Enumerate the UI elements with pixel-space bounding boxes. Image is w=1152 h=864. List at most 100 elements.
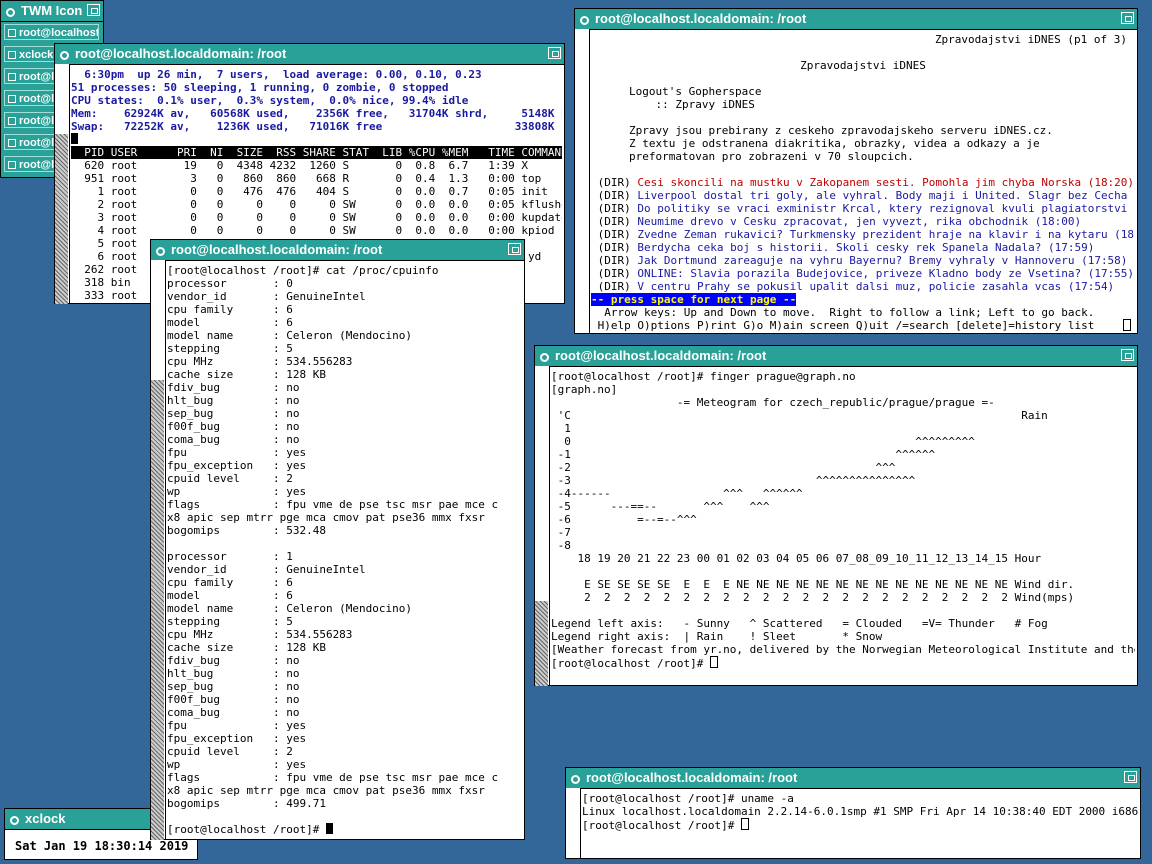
dir-tag: (DIR) bbox=[591, 267, 638, 280]
terminal-line: stepping : 5 bbox=[167, 342, 293, 355]
icon-manager-item-label: xclock bbox=[19, 49, 54, 61]
uname-terminal-window[interactable]: root@localhost.localdomain: /root [root@… bbox=[565, 767, 1141, 859]
resize-icon[interactable] bbox=[1124, 771, 1137, 783]
gopher-dir-item[interactable]: (DIR) Berdycha ceka boj s historii. Skol… bbox=[591, 241, 1135, 254]
window-icon bbox=[8, 139, 16, 147]
lynx-browser-output[interactable]: Zpravodajstvi iDNES (p1 of 3) Zpravodajst… bbox=[591, 33, 1135, 331]
gopher-link[interactable]: Liverpool dostal tri goly, ale vyhral. B… bbox=[637, 189, 1135, 202]
resize-icon[interactable] bbox=[1121, 12, 1134, 24]
titlebar[interactable]: root@localhost.localdomain: /root bbox=[55, 44, 564, 65]
terminal-line: -= Meteogram for czech_republic/prague/p… bbox=[551, 396, 995, 409]
next-page-prompt[interactable]: -- press space for next page -- bbox=[591, 293, 1135, 306]
scrollbar-thumb[interactable] bbox=[55, 134, 68, 304]
process-row: 951 root 3 0 860 860 668 R 0 0.4 1.3 0:0… bbox=[71, 172, 542, 185]
dir-tag: (DIR) bbox=[591, 202, 638, 215]
terminal-output[interactable]: [root@localhost /root]# uname -a Linux lo… bbox=[582, 792, 1138, 856]
gopher-dir-item[interactable]: (DIR) Neumime drevo v Cesku zpracovat, j… bbox=[591, 215, 1135, 228]
window-menu-icon[interactable] bbox=[571, 775, 580, 784]
window-menu-icon[interactable] bbox=[540, 353, 549, 362]
terminal-line: fpu_exception : yes bbox=[167, 459, 307, 472]
gopher-link[interactable]: ONLINE: Slavia porazila Budejovice, priv… bbox=[637, 267, 1134, 280]
terminal-line: sep_bug : no bbox=[167, 407, 300, 420]
process-row: 620 root 19 0 4348 4232 1260 S 0 0.8 6.7… bbox=[71, 159, 528, 172]
scrollbar[interactable] bbox=[55, 64, 70, 304]
window-icon bbox=[8, 51, 16, 59]
terminal-line: stepping : 5 bbox=[167, 615, 293, 628]
resize-icon[interactable] bbox=[508, 243, 521, 255]
window-menu-icon[interactable] bbox=[6, 8, 15, 17]
window-menu-icon[interactable] bbox=[580, 16, 589, 25]
dir-tag: (DIR) bbox=[591, 280, 638, 293]
gopher-link[interactable]: V centru Prahy se pokusil upalit dalsi m… bbox=[637, 280, 1114, 293]
terminal-line: cpuid level : 2 bbox=[167, 745, 293, 758]
terminal-line: fdiv_bug : no bbox=[167, 381, 300, 394]
scrollbar[interactable] bbox=[535, 366, 550, 686]
top-summary-line: Swap: 72252K av, 1236K used, 71016K free… bbox=[71, 120, 562, 133]
scrollbar[interactable] bbox=[151, 260, 166, 840]
terminal-line: processor : 1 bbox=[167, 550, 293, 563]
gopher-dir-item[interactable]: (DIR) Zvedne Zeman rukavici? Turkmensky … bbox=[591, 228, 1135, 241]
titlebar[interactable]: root@localhost.localdomain: /root bbox=[151, 240, 524, 261]
terminal-line: -5 ---==-- ^^^ ^^^ bbox=[551, 500, 770, 513]
terminal-line: Legend left axis: - Sunny ^ Scattered = … bbox=[551, 617, 1048, 630]
terminal-line: fdiv_bug : no bbox=[167, 654, 300, 667]
gopher-dir-item[interactable]: (DIR) Liverpool dostal tri goly, ale vyh… bbox=[591, 189, 1135, 202]
dir-tag: (DIR) bbox=[591, 176, 638, 189]
resize-icon[interactable] bbox=[87, 4, 100, 16]
terminal-output[interactable]: [root@localhost /root]# cat /proc/cpuinf… bbox=[167, 264, 522, 837]
terminal-line: vendor_id : GenuineIntel bbox=[167, 290, 366, 303]
terminal-line: 18 19 20 21 22 23 00 01 02 03 04 05 06 0… bbox=[551, 552, 1042, 565]
gopher-terminal-window[interactable]: root@localhost.localdomain: /root Zpravo… bbox=[574, 8, 1138, 334]
terminal-line: f00f_bug : no bbox=[167, 693, 300, 706]
icon-manager-titlebar[interactable]: TWM Icon bbox=[1, 1, 103, 22]
gopher-link[interactable]: Zvedne Zeman rukavici? Turkmensky prezid… bbox=[637, 228, 1135, 241]
terminal-line: model name : Celeron (Mendocino) bbox=[167, 602, 413, 615]
terminal-line: model : 6 bbox=[167, 589, 293, 602]
terminal-line: hlt_bug : no bbox=[167, 667, 300, 680]
gopher-dir-item[interactable]: (DIR) Jak Dortmund zareaguje na vyhru Ba… bbox=[591, 254, 1135, 267]
gopher-link[interactable]: Do politiky se vraci exministr Krcal, kt… bbox=[637, 202, 1135, 215]
terminal-line: Legend right axis: | Rain ! Sleet * Snow bbox=[551, 630, 883, 643]
scrollbar-thumb[interactable] bbox=[151, 380, 164, 840]
terminal-line: coma_bug : no bbox=[167, 706, 300, 719]
gopher-dir-item[interactable]: (DIR) ONLINE: Slavia porazila Budejovice… bbox=[591, 267, 1135, 280]
icon-manager-item[interactable]: root@localhost bbox=[4, 24, 99, 40]
gopher-link[interactable]: Neumime drevo v Cesku zpracovat, jen vyv… bbox=[637, 215, 1081, 228]
finger-terminal-window[interactable]: root@localhost.localdomain: /root [root@… bbox=[534, 345, 1138, 686]
window-menu-icon[interactable] bbox=[10, 816, 19, 825]
resize-icon[interactable] bbox=[1121, 349, 1134, 361]
scrollbar[interactable] bbox=[575, 29, 590, 333]
gopher-link[interactable]: Cesi skoncili na mustku v Zakopanem sest… bbox=[637, 176, 1134, 189]
terminal-line: [root@localhost /root]# bbox=[551, 656, 1135, 670]
gopher-dir-item[interactable]: (DIR) Do politiky se vraci exministr Krc… bbox=[591, 202, 1135, 215]
terminal-line: -8 bbox=[551, 539, 571, 552]
next-page-text: -- press space for next page -- bbox=[591, 293, 797, 306]
terminal-line: coma_bug : no bbox=[167, 433, 300, 446]
help-line: H)elp O)ptions P)rint G)o M)ain screen Q… bbox=[591, 319, 1135, 331]
scrollbar-thumb[interactable] bbox=[535, 601, 548, 686]
terminal-output[interactable]: [root@localhost /root]# finger prague@gr… bbox=[551, 370, 1135, 683]
titlebar[interactable]: root@localhost.localdomain: /root bbox=[566, 768, 1140, 789]
gopher-dir-item[interactable]: (DIR) Cesi skoncili na mustku v Zakopane… bbox=[591, 176, 1135, 189]
terminal-line: [Weather forecast from yr.no, delivered … bbox=[551, 643, 1135, 656]
terminal-line: [root@localhost /root]# bbox=[167, 823, 522, 836]
terminal-line: [root@localhost /root]# finger prague@gr… bbox=[551, 370, 856, 383]
window-title: root@localhost.localdomain: /root bbox=[595, 11, 807, 26]
scrollbar[interactable] bbox=[566, 788, 581, 858]
cpuinfo-terminal-window[interactable]: root@localhost.localdomain: /root [root@… bbox=[150, 239, 525, 840]
text-cursor bbox=[325, 823, 333, 834]
window-menu-icon[interactable] bbox=[156, 247, 165, 256]
top-summary-line: 6:30pm up 26 min, 7 users, load average:… bbox=[71, 68, 482, 81]
prompt-line bbox=[71, 133, 562, 146]
terminal-line: [root@localhost /root]# bbox=[582, 818, 1138, 832]
resize-icon[interactable] bbox=[548, 47, 561, 59]
window-menu-icon[interactable] bbox=[60, 51, 69, 60]
titlebar[interactable]: root@localhost.localdomain: /root bbox=[535, 346, 1137, 367]
gopher-link[interactable]: Jak Dortmund zareaguje na vyhru Bayernu?… bbox=[637, 254, 1127, 267]
gopher-link[interactable]: Berdycha ceka boj s historii. Skoli cesk… bbox=[637, 241, 1094, 254]
terminal-line: sep_bug : no bbox=[167, 680, 300, 693]
gopher-dir-item[interactable]: (DIR) V centru Prahy se pokusil upalit d… bbox=[591, 280, 1135, 293]
titlebar[interactable]: root@localhost.localdomain: /root bbox=[575, 9, 1137, 30]
terminal-line: cpu MHz : 534.556283 bbox=[167, 355, 353, 368]
